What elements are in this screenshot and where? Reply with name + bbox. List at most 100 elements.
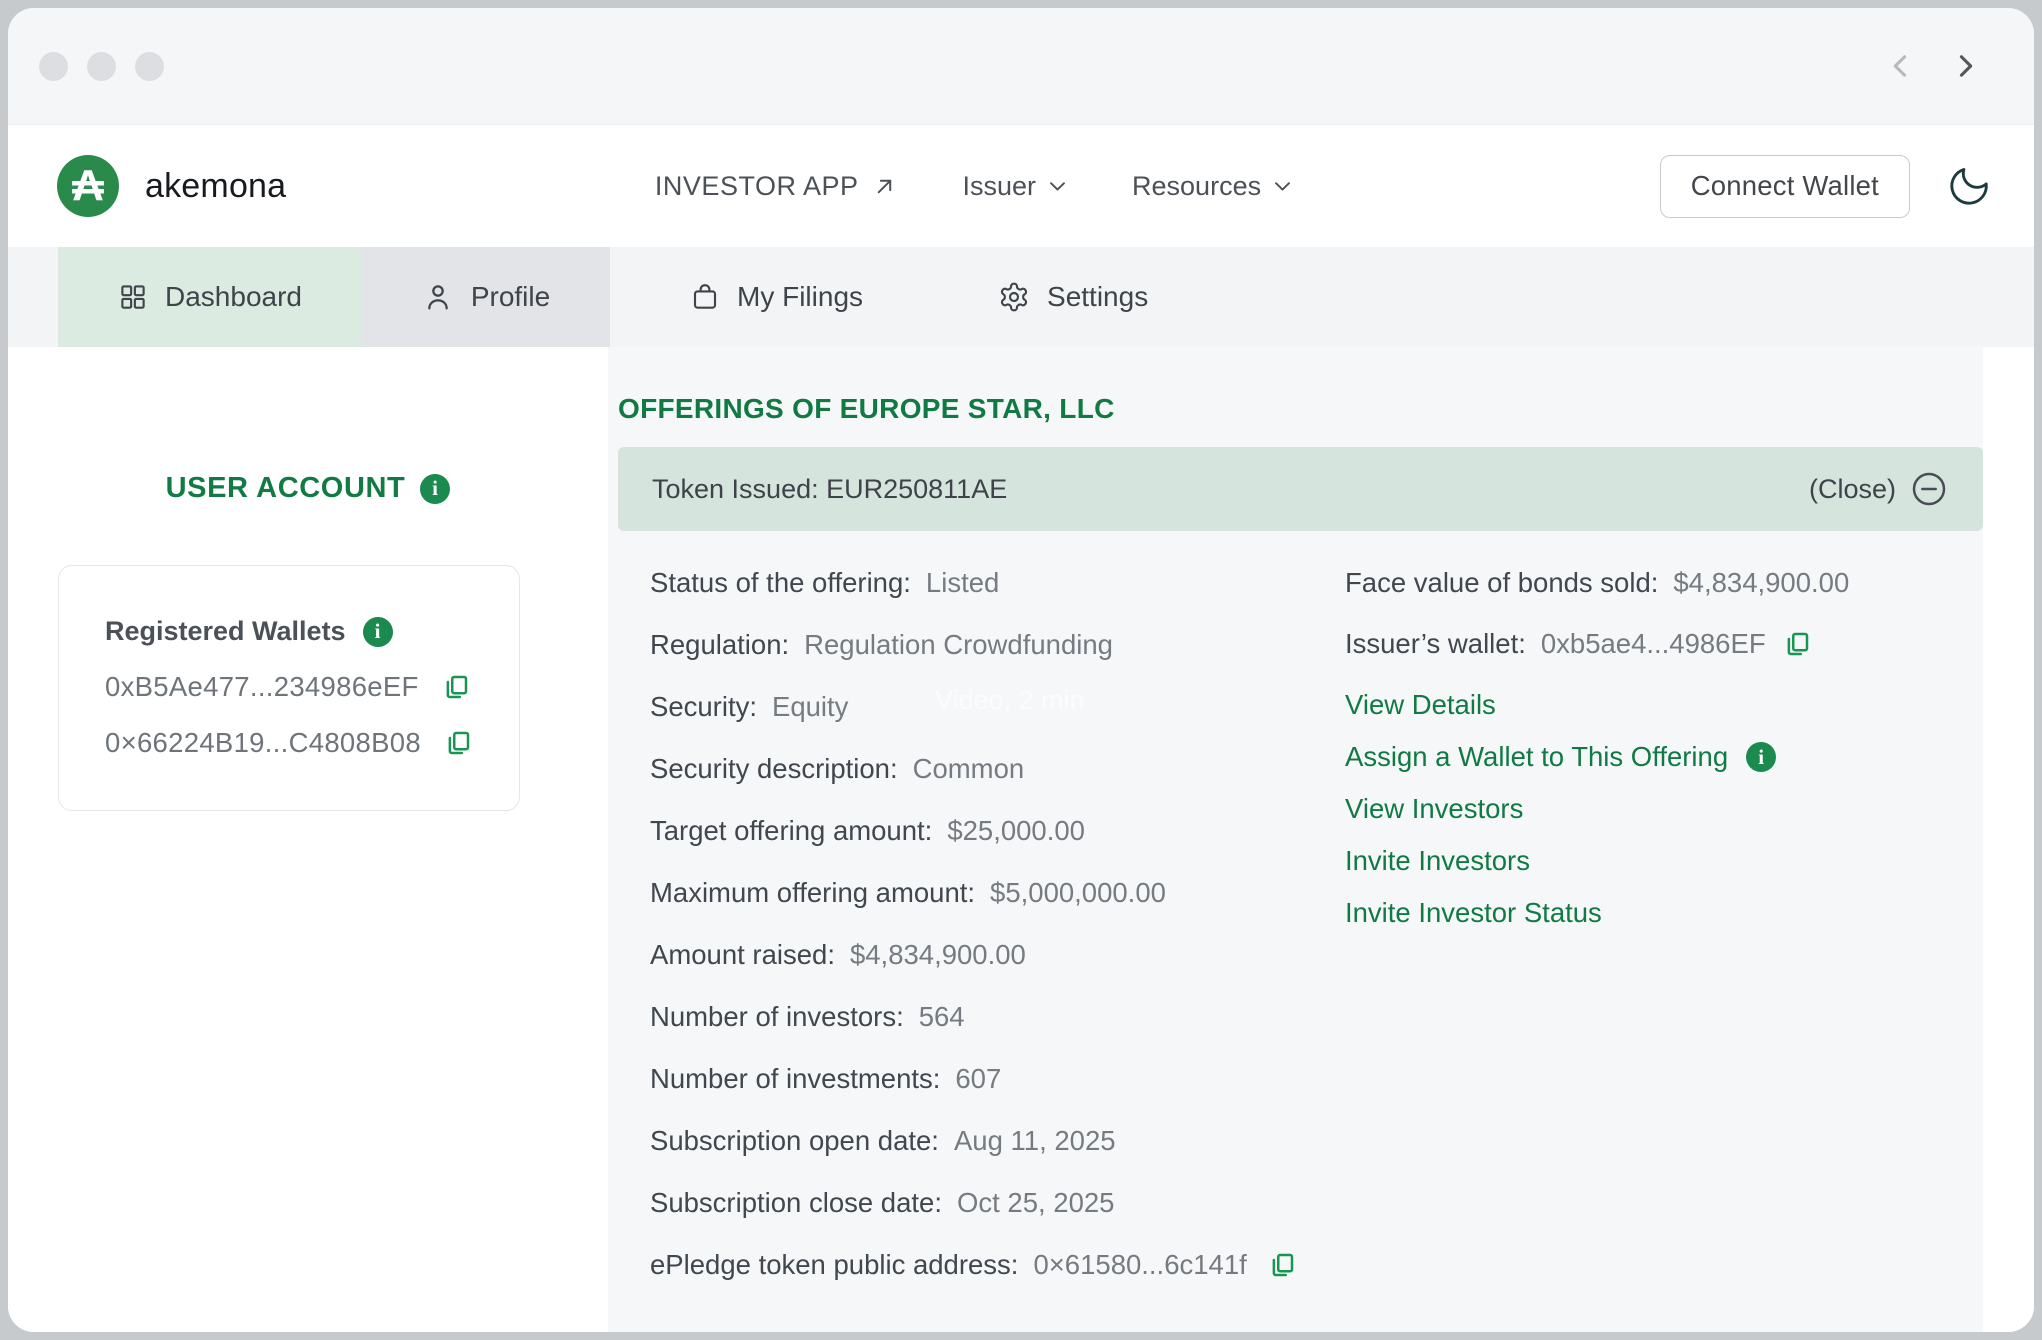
external-link-icon: [872, 174, 897, 199]
detail-value: $5,000,000.00: [990, 877, 1166, 909]
akemona-logo-icon: ₳: [57, 155, 119, 217]
wallet-address: 0xB5Ae477...234986eEF: [105, 671, 419, 703]
info-icon[interactable]: [420, 474, 450, 504]
detail-value: 0×61580...6c141f: [1033, 1249, 1246, 1281]
face-value-row: Face value of bonds sold: $4,834,900.00: [1345, 568, 1983, 598]
tab-my-filings[interactable]: My Filings: [690, 247, 863, 347]
window-dot: [135, 52, 164, 81]
user-account-heading-label: USER ACCOUNT: [166, 472, 406, 505]
dark-mode-toggle-moon-icon[interactable]: [1946, 163, 1992, 209]
detail-label: Subscription open date:: [650, 1125, 939, 1157]
user-icon: [422, 281, 454, 313]
content-area: USER ACCOUNT Registered Wallets 0xB5Ae47…: [8, 347, 2034, 1332]
detail-label: Regulation:: [650, 629, 789, 661]
detail-row: ePledge token public address: 0×61580...…: [650, 1250, 1345, 1280]
detail-value: $4,834,900.00: [850, 939, 1026, 971]
registered-wallets-title-label: Registered Wallets: [105, 616, 346, 647]
wallet-list: 0xB5Ae477...234986eEF 0×66224B19...C4808…: [105, 671, 489, 759]
issuer-wallet-row: Issuer’s wallet: 0xb5ae4...4986EF: [1345, 629, 1983, 659]
action-link-row: View Details: [1345, 690, 1983, 720]
tab-settings[interactable]: Settings: [998, 247, 1148, 347]
detail-value: Regulation Crowdfunding: [804, 629, 1113, 661]
browser-forward-icon[interactable]: [1948, 49, 1982, 83]
detail-row: Security description: Common: [650, 754, 1345, 784]
action-link-row: Assign a Wallet to This Offering: [1345, 742, 1983, 772]
grid-icon: [118, 282, 148, 312]
logo-glyph: ₳: [72, 164, 104, 208]
close-offering-button[interactable]: (Close): [1809, 469, 1949, 509]
connect-wallet-button[interactable]: Connect Wallet: [1660, 155, 1910, 218]
detail-row: Amount raised: $4,834,900.00: [650, 940, 1345, 970]
detail-row: Number of investors: 564: [650, 1002, 1345, 1032]
detail-value: 564: [919, 1001, 965, 1033]
action-link[interactable]: View Investors: [1345, 793, 1523, 825]
details-column: Status of the offering: Listed Regulatio…: [650, 568, 1345, 1312]
face-value-amount: $4,834,900.00: [1673, 567, 1849, 599]
action-link-row: Invite Investor Status: [1345, 898, 1983, 928]
detail-row: Status of the offering: Listed: [650, 568, 1345, 598]
detail-value: Common: [913, 753, 1025, 785]
detail-label: Subscription close date:: [650, 1187, 942, 1219]
wallet-row: 0xB5Ae477...234986eEF: [105, 671, 489, 703]
offering-panel: OFFERINGS OF EUROPE STAR, LLC Token Issu…: [608, 347, 1983, 1332]
detail-label: ePledge token public address:: [650, 1249, 1018, 1281]
action-link[interactable]: Assign a Wallet to This Offering: [1345, 741, 1728, 773]
nav-resources[interactable]: Resources: [1132, 171, 1291, 202]
face-value-label: Face value of bonds sold:: [1345, 567, 1658, 599]
detail-label: Status of the offering:: [650, 567, 911, 599]
browser-back-icon[interactable]: [1884, 49, 1918, 83]
detail-value: Aug 11, 2025: [954, 1125, 1116, 1157]
detail-value: 607: [955, 1063, 1001, 1095]
scroll-gutter[interactable]: [1983, 347, 2034, 1332]
issuer-wallet-address: 0xb5ae4...4986EF: [1541, 628, 1766, 660]
action-link-row: Invite Investors: [1345, 846, 1983, 876]
nav-issuer[interactable]: Issuer: [963, 171, 1067, 202]
offerings-title: OFFERINGS OF EUROPE STAR, LLC: [618, 393, 1983, 425]
detail-value: $25,000.00: [947, 815, 1085, 847]
browser-window: ₳ akemona INVESTOR APP Issuer Resources: [8, 8, 2034, 1332]
tab-dashboard[interactable]: Dashboard: [58, 247, 362, 347]
detail-row: Maximum offering amount: $5,000,000.00: [650, 878, 1345, 908]
info-icon[interactable]: [1746, 742, 1776, 772]
tab-settings-label: Settings: [1047, 281, 1148, 313]
token-issued-bar: Token Issued: EUR250811AE (Close): [618, 447, 1983, 531]
detail-row: Regulation: Regulation Crowdfunding: [650, 630, 1345, 660]
registered-wallets-title: Registered Wallets: [105, 616, 489, 647]
header-nav: INVESTOR APP Issuer Resources: [655, 171, 1291, 202]
copy-icon[interactable]: [443, 728, 473, 758]
action-link[interactable]: View Details: [1345, 689, 1496, 721]
detail-label: Amount raised:: [650, 939, 835, 971]
issuer-wallet-label: Issuer’s wallet:: [1345, 628, 1526, 660]
detail-label: Number of investors:: [650, 1001, 904, 1033]
offering-actions: View Details Assign a Wallet to This Off…: [1345, 690, 1983, 928]
window-dot: [87, 52, 116, 81]
detail-label: Security:: [650, 691, 757, 723]
summary-column: Face value of bonds sold: $4,834,900.00 …: [1345, 568, 1983, 950]
action-link[interactable]: Invite Investor Status: [1345, 897, 1602, 929]
detail-row: Number of investments: 607: [650, 1064, 1345, 1094]
minus-circle-icon: [1909, 469, 1949, 509]
detail-label: Target offering amount:: [650, 815, 932, 847]
token-issued-label: Token Issued: EUR250811AE: [652, 474, 1007, 505]
tab-profile[interactable]: Profile: [362, 247, 610, 347]
detail-row: Target offering amount: $25,000.00: [650, 816, 1345, 846]
nav-resources-label: Resources: [1132, 171, 1261, 202]
browser-chrome: [8, 8, 2034, 125]
info-icon[interactable]: [363, 617, 393, 647]
copy-icon[interactable]: [1267, 1250, 1297, 1280]
desktop: { "header": { "brand": "akemona", "logo_…: [0, 0, 2042, 1340]
detail-value: Listed: [926, 567, 999, 599]
action-link[interactable]: Invite Investors: [1345, 845, 1530, 877]
nav-investor-app-label: INVESTOR APP: [655, 171, 859, 202]
chevron-down-icon: [1049, 181, 1066, 192]
nav-investor-app[interactable]: INVESTOR APP: [655, 171, 897, 202]
detail-value: Oct 25, 2025: [957, 1187, 1114, 1219]
close-label: (Close): [1809, 474, 1896, 505]
window-controls: [39, 52, 164, 81]
copy-icon[interactable]: [441, 672, 471, 702]
wallet-address: 0×66224B19...C4808B08: [105, 727, 421, 759]
detail-label: Maximum offering amount:: [650, 877, 975, 909]
nav-issuer-label: Issuer: [963, 171, 1037, 202]
window-dot: [39, 52, 68, 81]
copy-icon[interactable]: [1782, 629, 1812, 659]
